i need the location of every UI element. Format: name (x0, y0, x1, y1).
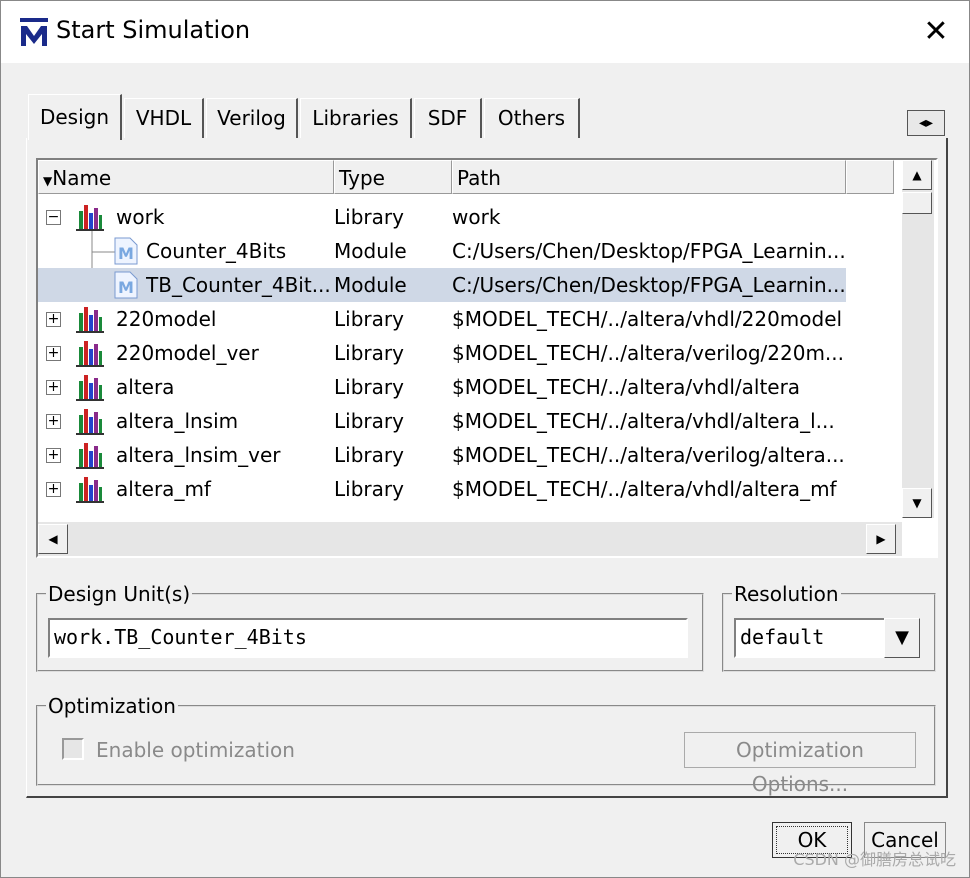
cell-name: work (116, 205, 165, 229)
cell-path: C:/Users/Chen/Desktop/FPGA_Learnin... (452, 239, 846, 263)
resolution-dropdown-icon[interactable]: ▼ (884, 618, 920, 658)
cell-name: TB_Counter_4Bit... (146, 273, 331, 297)
design-units-input[interactable]: work.TB_Counter_4Bits (48, 618, 688, 658)
optimization-legend: Optimization (48, 694, 176, 718)
cell-path: C:/Users/Chen/Desktop/FPGA_Learnin... (452, 273, 846, 297)
close-button[interactable]: ✕ (916, 13, 956, 51)
cell-path: $MODEL_TECH/../altera/verilog/220m... (452, 341, 845, 365)
list-item[interactable]: M Counter_4Bits Module C:/Users/Chen/Deskto… (38, 234, 846, 268)
column-header-type[interactable]: Type (334, 160, 452, 194)
cell-path: work (452, 205, 501, 229)
cell-name: 220model_ver (116, 341, 259, 365)
sort-arrow-icon: ▼ (43, 174, 53, 188)
enable-optimization-checkbox[interactable] (62, 738, 84, 760)
svg-text:M: M (118, 244, 134, 263)
scroll-down-icon[interactable]: ▼ (902, 488, 932, 518)
design-units-legend: Design Unit(s) (48, 582, 191, 606)
modelsim-logo-icon (20, 18, 48, 46)
scroll-up-icon[interactable]: ▲ (902, 160, 932, 190)
expand-icon[interactable]: + (46, 312, 61, 327)
tab-others[interactable]: Others (484, 98, 580, 138)
vertical-scrollbar[interactable]: ▲ ▼ (902, 160, 934, 518)
list-item[interactable]: M TB_Counter_4Bit... Module C:/Users/Chen/D… (38, 268, 846, 302)
window-title: Start Simulation (56, 16, 251, 44)
tab-libraries[interactable]: Libraries (300, 98, 412, 138)
svg-text:M: M (118, 278, 134, 297)
list-item[interactable]: + altera Library $MODEL_TECH/../altera/vhdl… (38, 370, 846, 404)
tab-verilog[interactable]: Verilog (206, 98, 298, 138)
column-header-filler (846, 160, 894, 194)
cell-type: Library (334, 341, 404, 365)
list-item[interactable]: + altera_lnsim Library $MODEL_TECH/../alter… (38, 404, 846, 438)
tab-scroll-right-icon[interactable]: ▸ (926, 115, 933, 131)
column-header-name[interactable]: ▼Name (38, 160, 334, 194)
cell-path: $MODEL_TECH/../altera/vhdl/altera_mf (452, 477, 837, 501)
cell-type: Module (334, 273, 407, 297)
cell-type: Library (334, 307, 404, 331)
collapse-icon[interactable]: − (46, 210, 61, 225)
cell-type: Library (334, 477, 404, 501)
cell-name: altera_mf (116, 477, 211, 501)
cell-name: altera (116, 375, 175, 399)
cell-type: Module (334, 239, 407, 263)
tab-scroll-arrows[interactable]: ◂▸ (907, 110, 945, 136)
scroll-right-icon[interactable]: ▶ (866, 524, 896, 554)
optimization-options-button[interactable]: Optimization Options... (684, 732, 916, 796)
library-tree-list[interactable]: ▼Name Type Path − work Library work M Counter… (36, 158, 938, 558)
list-item[interactable]: + altera_lnsim_ver Library $MODEL_TECH/../a… (38, 438, 846, 472)
cell-type: Library (334, 205, 404, 229)
enable-optimization-label: Enable optimization (96, 738, 295, 762)
cell-path: $MODEL_TECH/../altera/vhdl/altera (452, 375, 801, 399)
library-icon (76, 475, 104, 513)
expand-icon[interactable]: + (46, 380, 61, 395)
watermark: CSDN @御膳房总试吃 (793, 850, 956, 869)
expand-icon[interactable]: + (46, 414, 61, 429)
resolution-select[interactable]: default (734, 618, 886, 658)
cell-type: Library (334, 375, 404, 399)
cell-name: 220model (116, 307, 217, 331)
column-header-path[interactable]: Path (452, 160, 846, 194)
title-bar: Start Simulation ✕ (1, 1, 969, 63)
list-item[interactable]: +220model_ver Library $MODEL_TECH/../alter… (38, 336, 846, 370)
cell-type: Library (334, 443, 404, 467)
cell-name: altera_lnsim_ver (116, 443, 281, 467)
list-item[interactable]: − work Library work (38, 200, 846, 234)
cell-path: $MODEL_TECH/../altera/vhdl/220model (452, 307, 843, 331)
cell-name: altera_lnsim (116, 409, 239, 433)
list-item[interactable]: +220model Library $MODEL_TECH/../altera/vh… (38, 302, 846, 336)
tab-sdf[interactable]: SDF (414, 98, 482, 138)
scroll-thumb[interactable] (902, 192, 932, 214)
cell-name: Counter_4Bits (146, 239, 287, 263)
cell-path: $MODEL_TECH/../altera/vhdl/altera_l... (452, 409, 835, 433)
tab-design[interactable]: Design (28, 94, 122, 140)
tab-scroll-left-icon[interactable]: ◂ (919, 115, 926, 131)
scroll-left-icon[interactable]: ◀ (38, 524, 68, 554)
cell-path: $MODEL_TECH/../altera/verilog/altera... (452, 443, 845, 467)
tab-vhdl[interactable]: VHDL (124, 98, 204, 138)
cell-type: Library (334, 409, 404, 433)
horizontal-scrollbar[interactable]: ◀ ▶ (38, 522, 902, 556)
expand-icon[interactable]: + (46, 346, 61, 361)
list-item[interactable]: + altera_mf Library $MODEL_TECH/../altera/v… (38, 472, 846, 506)
expand-icon[interactable]: + (46, 448, 61, 463)
resolution-legend: Resolution (734, 582, 839, 606)
expand-icon[interactable]: + (46, 482, 61, 497)
